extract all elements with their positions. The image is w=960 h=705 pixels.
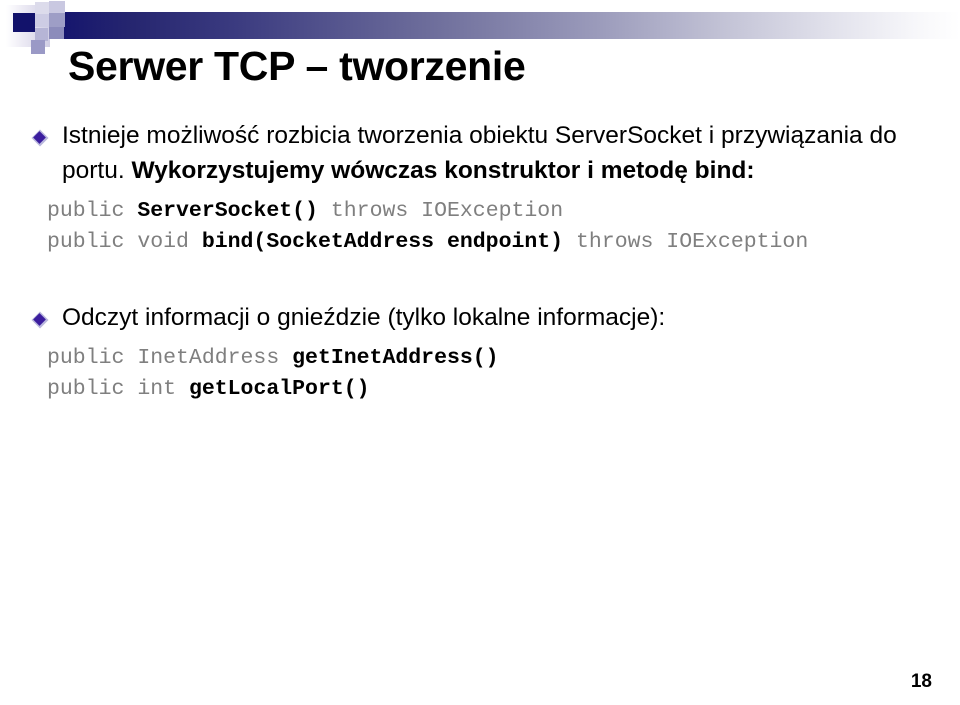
deco-square-mid-1 xyxy=(35,14,49,27)
bullet-item-2: Odczyt informacji o gnieździe (tylko lok… xyxy=(0,300,960,335)
bullet-text-1-bold: Wykorzystujemy wówczas konstruktor i met… xyxy=(131,157,755,184)
code-keyword: public InetAddress xyxy=(47,346,293,370)
code-throws: throws IOException xyxy=(317,199,564,223)
bullet-item-1: Istnieje możliwość rozbicia tworzenia ob… xyxy=(0,118,960,188)
diamond-bullet-icon xyxy=(31,129,49,147)
header-gradient-bar xyxy=(56,12,960,39)
code-line-bind-method: public void bind(SocketAddress endpoint)… xyxy=(47,227,960,258)
slide-title: Serwer TCP – tworzenie xyxy=(68,43,526,89)
code-throws: throws IOException xyxy=(563,230,809,254)
deco-square-mid-2 xyxy=(49,13,65,27)
code-keyword: public void xyxy=(47,230,202,254)
code-signature: bind(SocketAddress endpoint) xyxy=(201,230,564,254)
diamond-bullet-icon xyxy=(31,311,49,329)
code-keyword: public int xyxy=(47,377,189,401)
bullet-text-2: Odczyt informacji o gnieździe (tylko lok… xyxy=(62,300,946,335)
code-keyword: public xyxy=(47,199,138,223)
slide-root: Serwer TCP – tworzenie Istnieje możliwoś… xyxy=(0,0,960,705)
code-line-server-socket-ctor: public ServerSocket() throws IOException xyxy=(47,196,960,227)
deco-square-light-1 xyxy=(35,2,49,14)
code-block-2: public InetAddress getInetAddress() publ… xyxy=(47,343,960,405)
code-signature: ServerSocket() xyxy=(137,199,318,223)
deco-square-mid-4 xyxy=(49,27,64,39)
bullet-text-2-normal: Odczyt informacji o gnieździe (tylko lok… xyxy=(62,304,666,331)
code-signature: getLocalPort() xyxy=(188,377,370,401)
code-block-1: public ServerSocket() throws IOException… xyxy=(47,196,960,258)
slide-body: Istnieje możliwość rozbicia tworzenia ob… xyxy=(0,118,960,405)
bullet-text-1: Istnieje możliwość rozbicia tworzenia ob… xyxy=(62,118,946,188)
deco-square-light-2 xyxy=(49,1,65,13)
deco-square-dark xyxy=(13,13,35,32)
code-line-get-local-port: public int getLocalPort() xyxy=(47,374,960,405)
deco-square-mid-5 xyxy=(31,40,45,54)
code-line-get-inet-address: public InetAddress getInetAddress() xyxy=(47,343,960,374)
page-number: 18 xyxy=(910,671,932,692)
code-signature: getInetAddress() xyxy=(292,346,499,370)
